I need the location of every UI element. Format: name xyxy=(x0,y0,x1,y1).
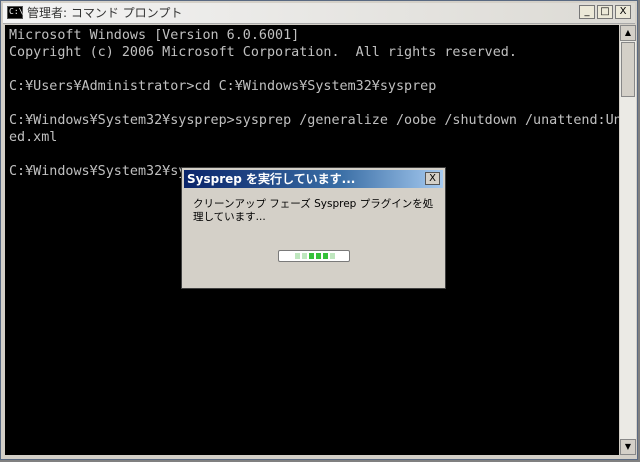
progress-bar xyxy=(278,250,350,262)
dialog-message: クリーンアップ フェーズ Sysprep プラグインを処理しています... xyxy=(193,198,434,223)
console-line: C:¥Windows¥System32¥sysprep>sysprep /gen… xyxy=(9,113,619,128)
progress-segment xyxy=(309,253,314,259)
progress-segment xyxy=(330,253,335,259)
sysprep-dialog: Sysprep を実行しています... X クリーンアップ フェーズ Syspr… xyxy=(181,167,446,289)
console-line: Microsoft Windows [Version 6.0.6001] xyxy=(9,28,300,43)
command-prompt-icon[interactable]: C:\ xyxy=(7,6,23,19)
maximize-button[interactable]: □ xyxy=(597,5,613,19)
window-title: 管理者: コマンド プロンプト xyxy=(27,6,183,20)
window-titlebar[interactable]: C:\ 管理者: コマンド プロンプト _ □ X xyxy=(3,3,635,24)
scroll-thumb[interactable] xyxy=(621,42,635,97)
dialog-close-button[interactable]: X xyxy=(425,172,440,185)
progress-segment xyxy=(316,253,321,259)
dialog-titlebar[interactable]: Sysprep を実行しています... X xyxy=(184,170,443,188)
console-line: C:¥Users¥Administrator>cd C:¥Windows¥Sys… xyxy=(9,79,437,94)
close-button[interactable]: X xyxy=(615,5,631,19)
console-line: Copyright (c) 2006 Microsoft Corporation… xyxy=(9,45,517,60)
dialog-title: Sysprep を実行しています... xyxy=(187,172,356,186)
scroll-down-button[interactable]: ▼ xyxy=(620,439,636,455)
command-prompt-icon-glyph: C:\ xyxy=(9,7,24,16)
progress-segment xyxy=(323,253,328,259)
console-text: Microsoft Windows [Version 6.0.6001] Cop… xyxy=(5,25,619,182)
progress-segment xyxy=(302,253,307,259)
window-controls: _ □ X xyxy=(579,5,631,19)
minimize-button[interactable]: _ xyxy=(579,5,595,19)
scroll-up-button[interactable]: ▲ xyxy=(620,25,636,41)
vertical-scrollbar[interactable]: ▲ ▼ xyxy=(620,25,636,455)
progress-marquee xyxy=(295,253,335,259)
console-line: ed.xml xyxy=(9,130,58,145)
progress-segment xyxy=(295,253,300,259)
